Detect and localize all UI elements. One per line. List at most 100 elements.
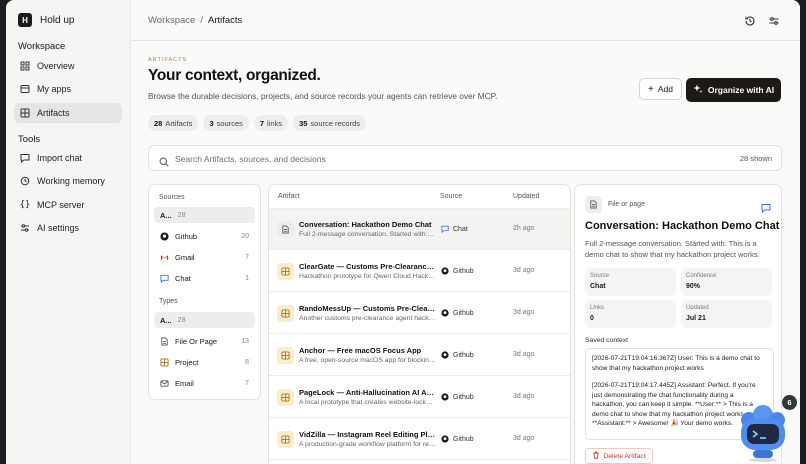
filter-label: Email <box>175 378 194 388</box>
chat-icon <box>20 153 30 163</box>
filter-count: 20 <box>241 232 249 240</box>
row-updated: 3d ago <box>513 351 535 358</box>
sliders-icon <box>20 223 30 233</box>
github-icon <box>441 393 449 401</box>
filter-source-gmail[interactable]: Gmail 7 <box>154 249 255 265</box>
filter-type-project[interactable]: Project 8 <box>154 354 255 370</box>
row-source: Chat <box>441 225 468 233</box>
row-source: Github <box>441 267 474 275</box>
filter-type-email[interactable]: Email 7 <box>154 375 255 391</box>
history-icon <box>20 176 30 186</box>
sidebar-item-artifacts[interactable]: Artifacts <box>14 103 122 123</box>
table-row[interactable]: RandoMessUp — Customs Pre-Clearance Agen… <box>269 293 570 334</box>
app-window: H Hold up Workspace Overview My apps Art… <box>6 0 800 464</box>
row-source-label: Github <box>453 309 474 317</box>
meta-value: Chat <box>590 283 606 290</box>
table-row[interactable]: ClearGate — Customs Pre-Clearance Agent … <box>269 251 570 292</box>
sidebar-item-ai-settings[interactable]: AI settings <box>14 218 122 238</box>
row-source: Github <box>441 393 474 401</box>
meta-key: Links <box>590 305 605 311</box>
results-count: 28 shown <box>739 154 772 163</box>
chat-icon <box>160 274 169 283</box>
row-source-label: Github <box>453 393 474 401</box>
sidebar-item-label: MCP server <box>37 200 85 210</box>
filter-source-github[interactable]: Github 20 <box>154 228 255 244</box>
organize-button-label: Organize with AI <box>707 85 775 95</box>
row-updated: 2h ago <box>513 225 535 232</box>
filter-count: 8 <box>245 358 249 366</box>
detail-kind: File or page <box>608 201 645 208</box>
sidebar-item-label: Overview <box>37 61 75 71</box>
sidebar-item-label: Import chat <box>37 153 83 163</box>
filter-label: A... <box>160 210 172 220</box>
meta-key: Updated <box>686 305 709 311</box>
add-button[interactable]: + Add <box>639 78 682 100</box>
sidebar-item-label: Artifacts <box>37 108 70 118</box>
sidebar-item-my-apps[interactable]: My apps <box>14 79 122 99</box>
row-title: RandoMessUp — Customs Pre-Clearance Agen… <box>299 304 436 313</box>
table-row[interactable]: Anchor — Free macOS Focus App A free, op… <box>269 335 570 376</box>
breadcrumb-root[interactable]: Workspace <box>148 15 195 26</box>
sidebar-item-working-memory[interactable]: Working memory <box>14 171 122 191</box>
project-icon <box>277 263 294 280</box>
filter-label: File Or Page <box>175 336 218 346</box>
filter-type-all[interactable]: A... 28 <box>154 312 255 328</box>
sidebar-item-import-chat[interactable]: Import chat <box>14 148 122 168</box>
meta-key: Confidence <box>686 273 717 279</box>
filter-type-file-or-page[interactable]: File Or Page 13 <box>154 333 255 349</box>
filter-count: 28 <box>177 316 186 324</box>
search-input[interactable] <box>175 151 695 166</box>
project-icon <box>277 305 294 322</box>
row-description: A production-grade workflow platform for… <box>299 441 436 448</box>
github-icon <box>441 309 449 317</box>
meta-key: Source <box>590 273 610 279</box>
chat-icon[interactable] <box>761 200 771 214</box>
column-header-updated[interactable]: Updated <box>513 193 539 200</box>
sidebar-item-label: AI settings <box>37 223 80 233</box>
organize-with-ai-button[interactable]: Organize with AI <box>686 78 781 102</box>
stat-source-records: 35 source records <box>293 115 367 131</box>
gmail-icon <box>160 253 169 262</box>
row-updated: 3d ago <box>513 309 535 316</box>
filter-label: Github <box>175 231 198 241</box>
meta-updated: Updated Jul 21 <box>681 300 772 328</box>
meta-value: Jul 21 <box>686 315 706 322</box>
row-description: Full 2-message conversation. Started wit… <box>299 231 436 238</box>
workspace-section-title: Workspace <box>18 41 66 52</box>
history-icon[interactable] <box>744 14 756 26</box>
row-description: Hackathon prototype for Qwen Cloud Hacka… <box>299 273 436 280</box>
column-header-artifact[interactable]: Artifact <box>278 193 300 200</box>
column-header-source[interactable]: Source <box>440 193 462 200</box>
settings-sliders-icon[interactable] <box>768 14 780 26</box>
chat-icon <box>441 225 449 233</box>
sidebar-item-label: My apps <box>37 84 72 94</box>
add-button-label: Add <box>657 84 673 94</box>
stat-artifacts: 28 Artifacts <box>148 115 199 131</box>
project-icon <box>277 389 294 406</box>
breadcrumb: Workspace / Artifacts <box>148 15 242 26</box>
table-row[interactable]: Conversation: Hackathon Demo Chat Full 2… <box>269 209 570 250</box>
notification-badge: 6 <box>782 395 797 410</box>
filter-count: 1 <box>245 274 249 282</box>
sources-filter-title: Sources <box>159 194 185 201</box>
breadcrumb-current: Artifacts <box>207 15 243 26</box>
table-row[interactable]: VidZilla — Instagram Reel Editing Platfo… <box>269 419 570 460</box>
sidebar: H Hold up Workspace Overview My apps Art… <box>6 0 131 464</box>
sidebar-item-mcp-server[interactable]: {} MCP server <box>14 195 122 215</box>
delete-artifact-button[interactable]: Delete Artifact <box>585 448 653 464</box>
mail-icon <box>160 379 169 388</box>
sparkle-icon <box>693 84 703 96</box>
breadcrumb-separator: / <box>200 15 203 26</box>
row-description: A free, open-source macOS app for blocki… <box>299 357 436 364</box>
meta-confidence: Confidence 90% <box>681 268 772 296</box>
project-icon <box>277 347 294 364</box>
meta-links: Links 0 <box>585 300 676 328</box>
page-eyebrow: ARTIFACTS <box>148 57 188 63</box>
assistant-mascot[interactable] <box>736 404 790 462</box>
row-title: VidZilla — Instagram Reel Editing Platfo… <box>299 430 436 439</box>
sidebar-item-overview[interactable]: Overview <box>14 56 122 76</box>
filter-source-chat[interactable]: Chat 1 <box>154 270 255 286</box>
filter-source-all[interactable]: A... 28 <box>154 207 255 223</box>
brand[interactable]: H Hold up <box>18 13 74 27</box>
table-row[interactable]: PageLock — Anti-Hallucination AI Assista… <box>269 377 570 418</box>
